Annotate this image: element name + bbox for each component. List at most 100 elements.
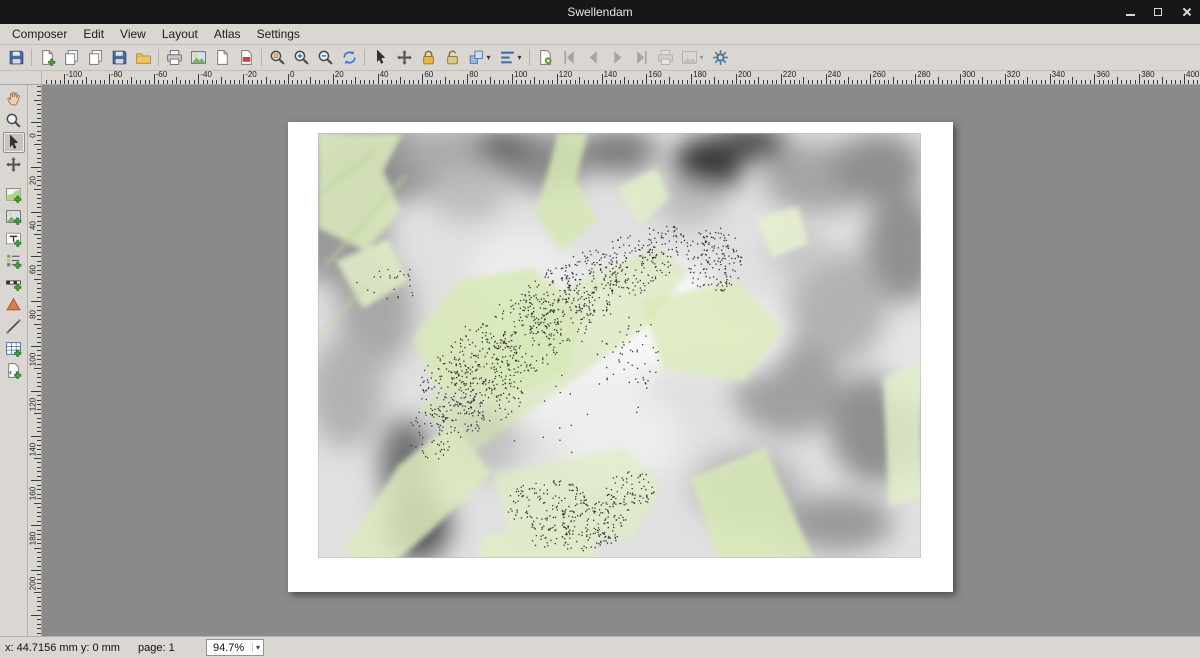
atlas-settings-button[interactable] bbox=[708, 46, 732, 69]
duplicate-composer-button[interactable] bbox=[59, 46, 83, 69]
pan-composer-icon bbox=[5, 90, 22, 107]
main-toolbar: ▾ ▾ ▾ bbox=[0, 45, 1200, 71]
maximize-icon bbox=[1154, 8, 1162, 16]
atlas-first-feature-button[interactable] bbox=[557, 46, 581, 69]
composer-page[interactable] bbox=[288, 122, 953, 592]
maximize-button[interactable] bbox=[1152, 6, 1164, 18]
print-button[interactable] bbox=[162, 46, 186, 69]
atlas-preview-icon bbox=[537, 49, 554, 66]
menu-layout[interactable]: Layout bbox=[154, 25, 206, 43]
pan-composer-button[interactable] bbox=[3, 88, 25, 109]
atlas-next-feature-button[interactable] bbox=[605, 46, 629, 69]
save-project-button[interactable] bbox=[4, 46, 28, 69]
composer-manager-button[interactable] bbox=[83, 46, 107, 69]
menu-atlas[interactable]: Atlas bbox=[206, 25, 249, 43]
window-controls bbox=[1124, 0, 1192, 24]
zoom-combobox[interactable]: 94.7% ▾ bbox=[206, 639, 264, 656]
minimize-button[interactable] bbox=[1124, 6, 1136, 18]
composer-manager-icon bbox=[87, 49, 104, 66]
save-as-template-button[interactable] bbox=[107, 46, 131, 69]
add-new-scalebar-button[interactable] bbox=[3, 272, 25, 293]
unlock-all-items-button[interactable] bbox=[440, 46, 464, 69]
export-as-image-button[interactable] bbox=[186, 46, 210, 69]
add-arrow-icon bbox=[5, 318, 22, 335]
ruler-corner bbox=[0, 71, 42, 84]
add-image-button[interactable] bbox=[3, 206, 25, 227]
cursor-x: x: 44.7156 mm bbox=[5, 642, 78, 654]
add-new-legend-icon bbox=[5, 252, 22, 269]
lock-selected-items-button[interactable] bbox=[416, 46, 440, 69]
minimize-icon bbox=[1126, 14, 1135, 16]
toolbar-separator bbox=[529, 49, 530, 66]
atlas-last-feature-button[interactable] bbox=[629, 46, 653, 69]
menu-settings[interactable]: Settings bbox=[249, 25, 308, 43]
add-attribute-table-button[interactable] bbox=[3, 338, 25, 359]
raise-selected-items-icon bbox=[468, 49, 485, 66]
move-item-content-tool-button[interactable] bbox=[3, 154, 25, 175]
add-new-label-button[interactable] bbox=[3, 228, 25, 249]
add-html-frame-icon bbox=[5, 362, 22, 379]
atlas-previous-feature-button[interactable] bbox=[581, 46, 605, 69]
print-atlas-icon bbox=[657, 49, 674, 66]
statusbar: x: 44.7156 mm y: 0 mm page: 1 94.7% ▾ bbox=[0, 636, 1200, 658]
add-html-frame-button[interactable] bbox=[3, 360, 25, 381]
align-selected-items-button[interactable]: ▾ bbox=[495, 46, 526, 69]
add-new-map-button[interactable] bbox=[3, 184, 25, 205]
toolbar-gap bbox=[11, 176, 17, 183]
save-as-template-icon bbox=[111, 49, 128, 66]
unlock-all-items-icon bbox=[444, 49, 461, 66]
atlas-preview-button[interactable] bbox=[533, 46, 557, 69]
add-new-legend-button[interactable] bbox=[3, 250, 25, 271]
toolbar-separator bbox=[261, 49, 262, 66]
export-as-image-icon bbox=[190, 49, 207, 66]
refresh-view-button[interactable] bbox=[337, 46, 361, 69]
add-basic-shape-button[interactable] bbox=[3, 294, 25, 315]
select-move-item-tool-icon bbox=[5, 134, 22, 151]
window-title: Swellendam bbox=[567, 5, 632, 19]
item-toolbox bbox=[0, 85, 28, 636]
add-new-label-icon bbox=[5, 230, 22, 247]
select-move-item-button[interactable] bbox=[368, 46, 392, 69]
move-item-content-button[interactable] bbox=[392, 46, 416, 69]
chevron-down-icon: ▾ bbox=[252, 643, 260, 652]
menu-view[interactable]: View bbox=[112, 25, 154, 43]
add-attribute-table-icon bbox=[5, 340, 22, 357]
zoom-in-button[interactable] bbox=[289, 46, 313, 69]
new-composer-button[interactable] bbox=[35, 46, 59, 69]
export-as-pdf-icon bbox=[238, 49, 255, 66]
zoom-out-icon bbox=[317, 49, 334, 66]
main-area: 020406080100120140160180200 bbox=[0, 85, 1200, 636]
align-selected-items-icon bbox=[499, 49, 516, 66]
zoom-out-button[interactable] bbox=[313, 46, 337, 69]
menu-composer[interactable]: Composer bbox=[4, 25, 75, 43]
cursor-y: y: 0 mm bbox=[81, 642, 120, 654]
zoom-tool-button[interactable] bbox=[3, 110, 25, 131]
export-as-svg-icon bbox=[214, 49, 231, 66]
add-basic-shape-icon bbox=[5, 296, 22, 313]
page-indicator: page: 1 bbox=[138, 642, 198, 654]
refresh-view-icon bbox=[341, 49, 358, 66]
zoom-full-button[interactable] bbox=[265, 46, 289, 69]
atlas-last-feature-icon bbox=[633, 49, 650, 66]
zoom-full-icon bbox=[269, 49, 286, 66]
chevron-down-icon: ▾ bbox=[517, 53, 521, 62]
save-project-icon bbox=[8, 49, 25, 66]
export-as-svg-button[interactable] bbox=[210, 46, 234, 69]
toolbar-separator bbox=[31, 49, 32, 66]
print-atlas-button[interactable] bbox=[653, 46, 677, 69]
composer-canvas[interactable] bbox=[42, 85, 1200, 636]
map-item[interactable] bbox=[318, 133, 921, 558]
add-arrow-button[interactable] bbox=[3, 316, 25, 337]
load-from-template-button[interactable] bbox=[131, 46, 155, 69]
select-move-item-tool-button[interactable] bbox=[3, 132, 25, 153]
menu-edit[interactable]: Edit bbox=[75, 25, 112, 43]
raise-selected-items-button[interactable]: ▾ bbox=[464, 46, 495, 69]
duplicate-composer-icon bbox=[63, 49, 80, 66]
load-from-template-icon bbox=[135, 49, 152, 66]
export-as-pdf-button[interactable] bbox=[234, 46, 258, 69]
atlas-first-feature-icon bbox=[561, 49, 578, 66]
new-composer-icon bbox=[39, 49, 56, 66]
add-image-icon bbox=[5, 208, 22, 225]
close-button[interactable] bbox=[1180, 6, 1192, 18]
export-atlas-button[interactable]: ▾ bbox=[677, 46, 708, 69]
